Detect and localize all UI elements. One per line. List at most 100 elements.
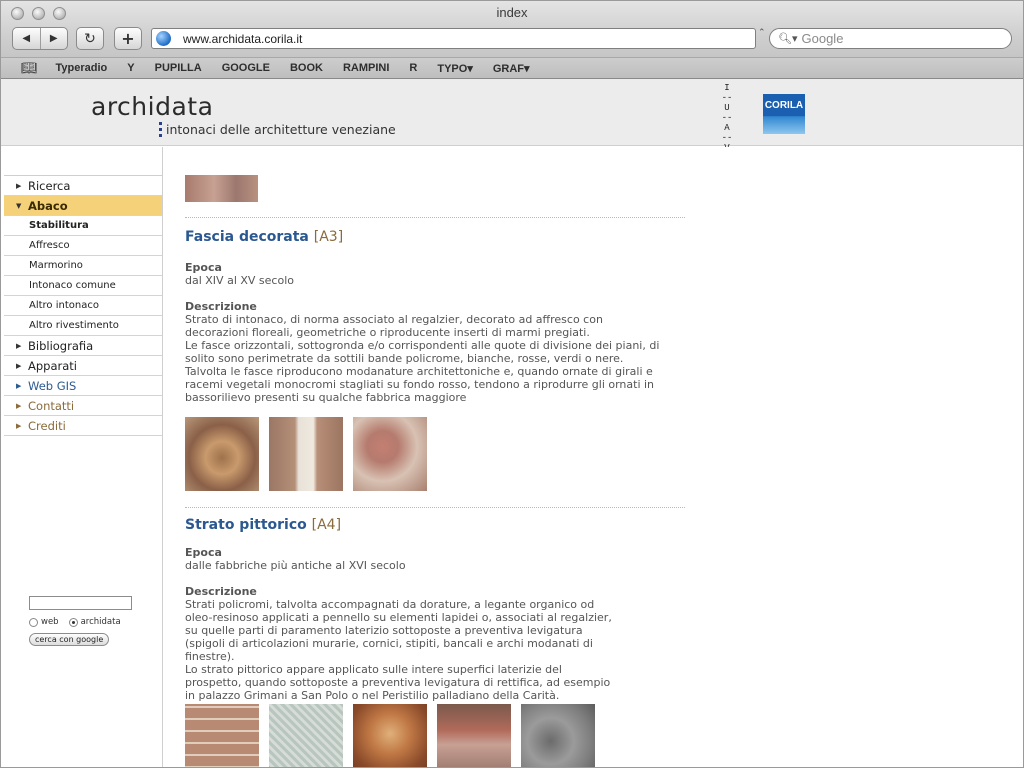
sidebar-item-web-gis[interactable]: ▶ Web GIS: [4, 376, 162, 396]
entry-code: [A3]: [313, 229, 344, 245]
radio-archidata-label: archidata: [80, 617, 121, 627]
descrizione-label: Descrizione: [185, 300, 257, 313]
epoca-label: Epoca: [185, 546, 222, 559]
iuav-dash: --: [721, 93, 733, 103]
sidebar-subitem-altro-rivestimento[interactable]: Altro rivestimento: [4, 316, 162, 336]
radio-archidata[interactable]: [68, 617, 78, 627]
bookmarks-bar: 📖︎ Typeradio Y PUPILLA GOOGLE BOOK RAMPI…: [1, 57, 1023, 78]
sidebar-item-label: Crediti: [28, 418, 66, 433]
search-field[interactable]: 🔍︎▾ Google: [769, 28, 1012, 49]
sidebar-subitem-marmorino[interactable]: Marmorino: [4, 256, 162, 276]
triangle-down-icon: ▼: [16, 201, 22, 210]
iuav-letter: A: [724, 123, 730, 133]
reload-button[interactable]: ↻: [76, 27, 104, 50]
main-content: Fascia decorata [A3] Epoca dal XIV al XV…: [164, 147, 1023, 767]
sidebar-item-label: Ricerca: [28, 178, 71, 193]
globe-icon: [156, 31, 171, 46]
sidebar-item-label: Web GIS: [28, 378, 77, 393]
divider: [185, 507, 685, 508]
sidebar-item-crediti[interactable]: ▶ Crediti: [4, 416, 162, 436]
iuav-letter: I: [724, 83, 730, 93]
google-search-box: web archidata cerca con google: [29, 596, 132, 646]
sidebar-subitem-altro-intonaco[interactable]: Altro intonaco: [4, 296, 162, 316]
site-header: archidata intonaci delle architetture ve…: [1, 79, 1023, 153]
add-bookmark-button[interactable]: +: [114, 27, 142, 50]
fascia-image-3[interactable]: [353, 417, 427, 491]
google-search-input[interactable]: [29, 596, 132, 610]
strato-image-1[interactable]: [185, 704, 259, 767]
epoca-value: dal XIV al XV secolo: [185, 274, 294, 287]
entry-title-text: Strato pittorico: [185, 517, 307, 533]
triangle-right-icon: ▶: [16, 361, 22, 370]
bookmark-item[interactable]: RAMPINI: [343, 62, 389, 74]
strato-image-3[interactable]: [353, 704, 427, 767]
sidebar: ▶ Ricerca ▼ Abaco Stabilitura Affresco Mar…: [1, 147, 163, 767]
google-search-button[interactable]: cerca con google: [29, 633, 110, 646]
sidebar-item-label: Bibliografia: [28, 338, 94, 353]
triangle-right-icon: ▶: [16, 381, 22, 390]
search-placeholder: Google: [801, 31, 844, 46]
descrizione-text: Strato di intonaco, di norma associato a…: [185, 313, 660, 404]
corila-logo[interactable]: CORILA: [763, 94, 805, 134]
browser-window: index ◀ ▶ ↻ + www.archidata.corila.it ⌃ …: [0, 0, 1024, 768]
radio-web[interactable]: [29, 617, 38, 627]
strato-image-2[interactable]: [269, 704, 343, 767]
iuav-letter: U: [724, 103, 730, 113]
bookmark-item[interactable]: PUPILLA: [155, 62, 202, 74]
forward-button[interactable]: ▶: [41, 33, 68, 44]
iuav-logo[interactable]: I -- U -- A -- V: [719, 83, 735, 153]
triangle-right-icon: ▶: [16, 421, 22, 430]
site-tagline: intonaci delle architetture veneziane: [159, 122, 396, 137]
back-forward-buttons: ◀ ▶: [12, 27, 68, 50]
iuav-dash: --: [721, 133, 733, 143]
radio-web-label: web: [41, 617, 59, 627]
sidebar-item-abaco[interactable]: ▼ Abaco: [4, 196, 162, 216]
address-dropdown-icon[interactable]: ⌃: [758, 28, 766, 38]
sidebar-menu: ▶ Ricerca ▼ Abaco Stabilitura Affresco Mar…: [4, 175, 162, 436]
browser-chrome: index ◀ ▶ ↻ + www.archidata.corila.it ⌃ …: [1, 1, 1023, 79]
search-scope-radios: web archidata: [29, 617, 132, 627]
entry-code: [A4]: [311, 517, 342, 533]
address-bar[interactable]: www.archidata.corila.it: [151, 28, 756, 49]
plus-icon: +: [121, 29, 135, 48]
sidebar-subitem-stabilitura[interactable]: Stabilitura: [4, 216, 162, 236]
entry-title: Strato pittorico [A4]: [185, 517, 341, 533]
reload-icon: ↻: [84, 30, 96, 47]
triangle-right-icon: ▶: [16, 181, 22, 190]
search-icon: 🔍︎▾: [778, 33, 798, 45]
site-logo[interactable]: archidata: [91, 92, 213, 121]
bookmark-folder[interactable]: GRAF▾: [493, 62, 530, 75]
sidebar-item-apparati[interactable]: ▶ Apparati: [4, 356, 162, 376]
entry-title: Fascia decorata [A3]: [185, 229, 343, 245]
epoca-label: Epoca: [185, 261, 222, 274]
epoca-value: dalle fabbriche più antiche al XVI secol…: [185, 559, 406, 572]
sidebar-item-label: Apparati: [28, 358, 77, 373]
sidebar-subitem-intonaco-comune[interactable]: Intonaco comune: [4, 276, 162, 296]
sidebar-item-bibliografia[interactable]: ▶ Bibliografia: [4, 336, 162, 356]
triangle-right-icon: ▶: [16, 401, 22, 410]
triangle-right-icon: ▶: [16, 341, 22, 350]
entry-title-text: Fascia decorata: [185, 229, 309, 245]
descrizione-label: Descrizione: [185, 585, 257, 598]
iuav-dash: --: [721, 113, 733, 123]
strato-image-4[interactable]: [437, 704, 511, 767]
bookmarks-book-icon[interactable]: 📖︎: [21, 60, 38, 76]
bookmark-item[interactable]: Y: [127, 62, 134, 74]
bookmark-item[interactable]: BOOK: [290, 62, 323, 74]
sidebar-item-ricerca[interactable]: ▶ Ricerca: [4, 176, 162, 196]
fascia-image-2[interactable]: [269, 417, 343, 491]
entry-image[interactable]: [185, 175, 258, 202]
bookmark-folder[interactable]: TYPO▾: [437, 62, 472, 75]
fascia-image-1[interactable]: [185, 417, 259, 491]
bookmark-item[interactable]: Typeradio: [56, 62, 108, 74]
bookmark-item[interactable]: R: [409, 62, 417, 74]
strato-image-5[interactable]: [521, 704, 595, 767]
sidebar-item-label: Abaco: [28, 198, 68, 213]
descrizione-text: Strati policromi, talvolta accompagnati …: [185, 598, 612, 702]
back-button[interactable]: ◀: [13, 33, 40, 44]
url-text: www.archidata.corila.it: [183, 31, 303, 46]
sidebar-item-contatti[interactable]: ▶ Contatti: [4, 396, 162, 416]
bookmark-item[interactable]: GOOGLE: [222, 62, 270, 74]
divider: [185, 217, 685, 218]
sidebar-subitem-affresco[interactable]: Affresco: [4, 236, 162, 256]
